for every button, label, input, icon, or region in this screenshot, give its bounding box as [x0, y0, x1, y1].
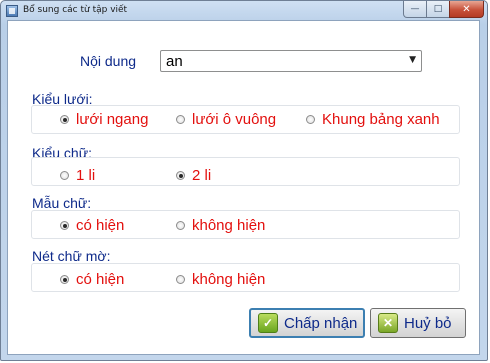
content-select-value: an [166, 53, 183, 70]
radio-sample-hide[interactable]: không hiện [176, 217, 265, 234]
radio-faded-show[interactable]: có hiện [60, 271, 124, 288]
radio-label: lưới ô vuông [192, 111, 277, 128]
radio-grid-square[interactable]: lưới ô vuông [176, 111, 276, 128]
content-label: Nội dung [80, 53, 137, 69]
dialog-client-area: Nội dung an ▼ Kiểu lưới: lưới ngang lưới… [7, 20, 480, 355]
radio-dot[interactable] [176, 275, 185, 284]
radio-dot[interactable] [176, 221, 185, 230]
close-icon: ✕ [462, 3, 471, 15]
check-icon: ✓ [258, 313, 278, 333]
minimize-button[interactable]: — [403, 1, 427, 18]
font-type-group [31, 157, 460, 186]
radio-label: có hiện [76, 271, 125, 288]
window-title: Bổ sung các từ tập viết [23, 5, 128, 15]
radio-label: 1 li [76, 167, 96, 184]
app-icon [6, 5, 18, 17]
radio-dot[interactable] [306, 115, 315, 124]
radio-label: không hiện [192, 217, 266, 234]
faded-stroke-title: Nét chữ mờ: [32, 248, 111, 264]
radio-dot-selected[interactable] [60, 115, 69, 124]
cancel-button[interactable]: ✕ Huỷ bỏ [370, 308, 466, 338]
title-bar[interactable]: Bổ sung các từ tập viết — □ ✕ [1, 1, 487, 21]
radio-dot[interactable] [176, 115, 185, 124]
radio-font-1li[interactable]: 1 li [60, 167, 95, 184]
accept-button-label: Chấp nhận [284, 314, 358, 332]
radio-sample-show[interactable]: có hiện [60, 217, 124, 234]
close-button[interactable]: ✕ [449, 1, 484, 18]
radio-label: Khung bảng xanh [322, 111, 440, 128]
radio-label: 2 li [192, 167, 212, 184]
maximize-icon: □ [433, 4, 443, 14]
sample-title: Mẫu chữ: [32, 195, 92, 211]
radio-font-2li[interactable]: 2 li [176, 167, 211, 184]
radio-faded-hide[interactable]: không hiện [176, 271, 265, 288]
cancel-icon: ✕ [378, 313, 398, 333]
radio-grid-horizontal[interactable]: lưới ngang [60, 111, 148, 128]
radio-dot[interactable] [60, 171, 69, 180]
radio-dot-selected[interactable] [60, 275, 69, 284]
radio-grid-blue-frame[interactable]: Khung bảng xanh [306, 111, 440, 128]
radio-dot-selected[interactable] [60, 221, 69, 230]
radio-label: lưới ngang [76, 111, 149, 128]
cancel-button-label: Huỷ bỏ [404, 314, 452, 332]
maximize-button[interactable]: □ [426, 1, 450, 18]
radio-dot-selected[interactable] [176, 171, 185, 180]
radio-label: có hiện [76, 217, 125, 234]
accept-button[interactable]: ✓ Chấp nhận [249, 308, 365, 338]
minimize-icon: — [410, 4, 420, 14]
chevron-down-icon[interactable]: ▼ [409, 55, 416, 65]
radio-label: không hiện [192, 271, 266, 288]
content-select[interactable]: an ▼ [160, 50, 422, 72]
